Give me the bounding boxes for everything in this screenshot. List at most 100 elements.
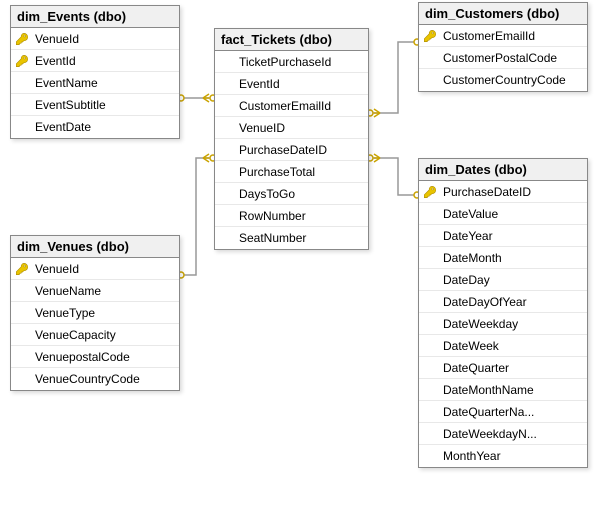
rel-tickets-events <box>178 94 216 102</box>
column-name: VenueId <box>31 262 79 276</box>
column-name: PurchaseDateID <box>439 185 531 199</box>
column-list: PurchaseDateID DateValue DateYear DateMonth… <box>419 181 587 467</box>
column-row[interactable]: VenueCapacity <box>11 324 179 346</box>
table-dim-dates[interactable]: dim_Dates (dbo) PurchaseDateID DateValue D… <box>418 158 588 468</box>
column-name: DateQuarter <box>439 361 509 375</box>
rel-tickets-venues <box>178 154 216 278</box>
primary-key-icon <box>421 29 439 43</box>
column-row[interactable]: DateWeek <box>419 335 587 357</box>
table-dim-events[interactable]: dim_Events (dbo) VenueId EventId EventName… <box>10 5 180 139</box>
table-header-dim-events[interactable]: dim_Events (dbo) <box>11 6 179 28</box>
column-name: DateValue <box>439 207 498 221</box>
table-title: dim_Venues (dbo) <box>17 239 129 254</box>
column-name: EventName <box>31 76 98 90</box>
column-name: PurchaseDateID <box>235 143 327 157</box>
table-title: dim_Customers (dbo) <box>425 6 559 21</box>
column-name: VenuepostalCode <box>31 350 130 364</box>
column-name: DateDayOfYear <box>439 295 527 309</box>
column-name: EventId <box>31 54 76 68</box>
column-row[interactable]: TicketPurchaseId <box>215 51 368 73</box>
column-row[interactable]: DateWeekdayN... <box>419 423 587 445</box>
column-row[interactable]: DateDayOfYear <box>419 291 587 313</box>
column-row[interactable]: VenueName <box>11 280 179 302</box>
column-name: VenueCountryCode <box>31 372 140 386</box>
table-dim-venues[interactable]: dim_Venues (dbo) VenueId VenueName VenueTy… <box>10 235 180 391</box>
rel-tickets-dates <box>367 154 420 198</box>
column-row[interactable]: PurchaseDateID <box>419 181 587 203</box>
column-row[interactable]: CustomerEmailId <box>419 25 587 47</box>
column-row[interactable]: EventName <box>11 72 179 94</box>
column-name: SeatNumber <box>235 231 306 245</box>
column-name: CustomerEmailId <box>439 29 535 43</box>
table-header-dim-customers[interactable]: dim_Customers (dbo) <box>419 3 587 25</box>
column-row[interactable]: DateQuarterNa... <box>419 401 587 423</box>
table-dim-customers[interactable]: dim_Customers (dbo) CustomerEmailIdCusto… <box>418 2 588 92</box>
column-row[interactable]: CustomerPostalCode <box>419 47 587 69</box>
column-row[interactable]: EventId <box>215 73 368 95</box>
column-name: CustomerEmailId <box>235 99 331 113</box>
column-list: VenueId VenueName VenueType VenueCapacity Ve… <box>11 258 179 390</box>
rel-tickets-customers <box>367 39 420 117</box>
column-name: RowNumber <box>235 209 306 223</box>
column-row[interactable]: VenueId <box>11 258 179 280</box>
column-row[interactable]: VenueId <box>11 28 179 50</box>
table-title: dim_Dates (dbo) <box>425 162 527 177</box>
table-header-dim-dates[interactable]: dim_Dates (dbo) <box>419 159 587 181</box>
column-name: DateMonthName <box>439 383 534 397</box>
column-row[interactable]: DateMonthName <box>419 379 587 401</box>
column-row[interactable]: SeatNumber <box>215 227 368 249</box>
column-row[interactable]: PurchaseDateID <box>215 139 368 161</box>
column-name: DateWeekdayN... <box>439 427 537 441</box>
column-name: EventSubtitle <box>31 98 106 112</box>
column-name: DateDay <box>439 273 490 287</box>
column-row[interactable]: CustomerCountryCode <box>419 69 587 91</box>
primary-key-icon <box>13 54 31 68</box>
column-row[interactable]: EventDate <box>11 116 179 138</box>
column-row[interactable]: DateYear <box>419 225 587 247</box>
column-row[interactable]: VenuepostalCode <box>11 346 179 368</box>
column-row[interactable]: EventId <box>11 50 179 72</box>
column-row[interactable]: RowNumber <box>215 205 368 227</box>
table-title: fact_Tickets (dbo) <box>221 32 332 47</box>
column-row[interactable]: DaysToGo <box>215 183 368 205</box>
column-row[interactable]: CustomerEmailId <box>215 95 368 117</box>
column-name: EventId <box>235 77 280 91</box>
column-list: TicketPurchaseId EventId CustomerEmailId Ve… <box>215 51 368 249</box>
column-row[interactable]: VenueCountryCode <box>11 368 179 390</box>
column-row[interactable]: DateMonth <box>419 247 587 269</box>
column-name: DateQuarterNa... <box>439 405 534 419</box>
primary-key-icon <box>13 262 31 276</box>
column-name: VenueName <box>31 284 101 298</box>
column-name: DateYear <box>439 229 493 243</box>
column-row[interactable]: DateDay <box>419 269 587 291</box>
column-name: CustomerCountryCode <box>439 73 566 87</box>
column-row[interactable]: PurchaseTotal <box>215 161 368 183</box>
table-header-fact-tickets[interactable]: fact_Tickets (dbo) <box>215 29 368 51</box>
column-row[interactable]: DateQuarter <box>419 357 587 379</box>
column-list: CustomerEmailId CustomerPostalCode Custome… <box>419 25 587 91</box>
table-fact-tickets[interactable]: fact_Tickets (dbo) TicketPurchaseId Event… <box>214 28 369 250</box>
primary-key-icon <box>13 32 31 46</box>
column-row[interactable]: DateWeekday <box>419 313 587 335</box>
column-name: VenueId <box>31 32 79 46</box>
primary-key-icon <box>421 185 439 199</box>
column-name: TicketPurchaseId <box>235 55 331 69</box>
column-name: DateWeek <box>439 339 499 353</box>
column-name: DaysToGo <box>235 187 295 201</box>
column-name: DateMonth <box>439 251 502 265</box>
column-list: VenueId EventId EventName EventSubtitle Even… <box>11 28 179 138</box>
table-title: dim_Events (dbo) <box>17 9 126 24</box>
column-name: VenueType <box>31 306 95 320</box>
column-name: CustomerPostalCode <box>439 51 557 65</box>
column-name: VenueID <box>235 121 285 135</box>
column-name: PurchaseTotal <box>235 165 315 179</box>
column-row[interactable]: VenueID <box>215 117 368 139</box>
column-row[interactable]: DateValue <box>419 203 587 225</box>
column-name: DateWeekday <box>439 317 518 331</box>
column-name: EventDate <box>31 120 91 134</box>
column-row[interactable]: VenueType <box>11 302 179 324</box>
column-name: VenueCapacity <box>31 328 116 342</box>
column-row[interactable]: MonthYear <box>419 445 587 467</box>
table-header-dim-venues[interactable]: dim_Venues (dbo) <box>11 236 179 258</box>
column-row[interactable]: EventSubtitle <box>11 94 179 116</box>
